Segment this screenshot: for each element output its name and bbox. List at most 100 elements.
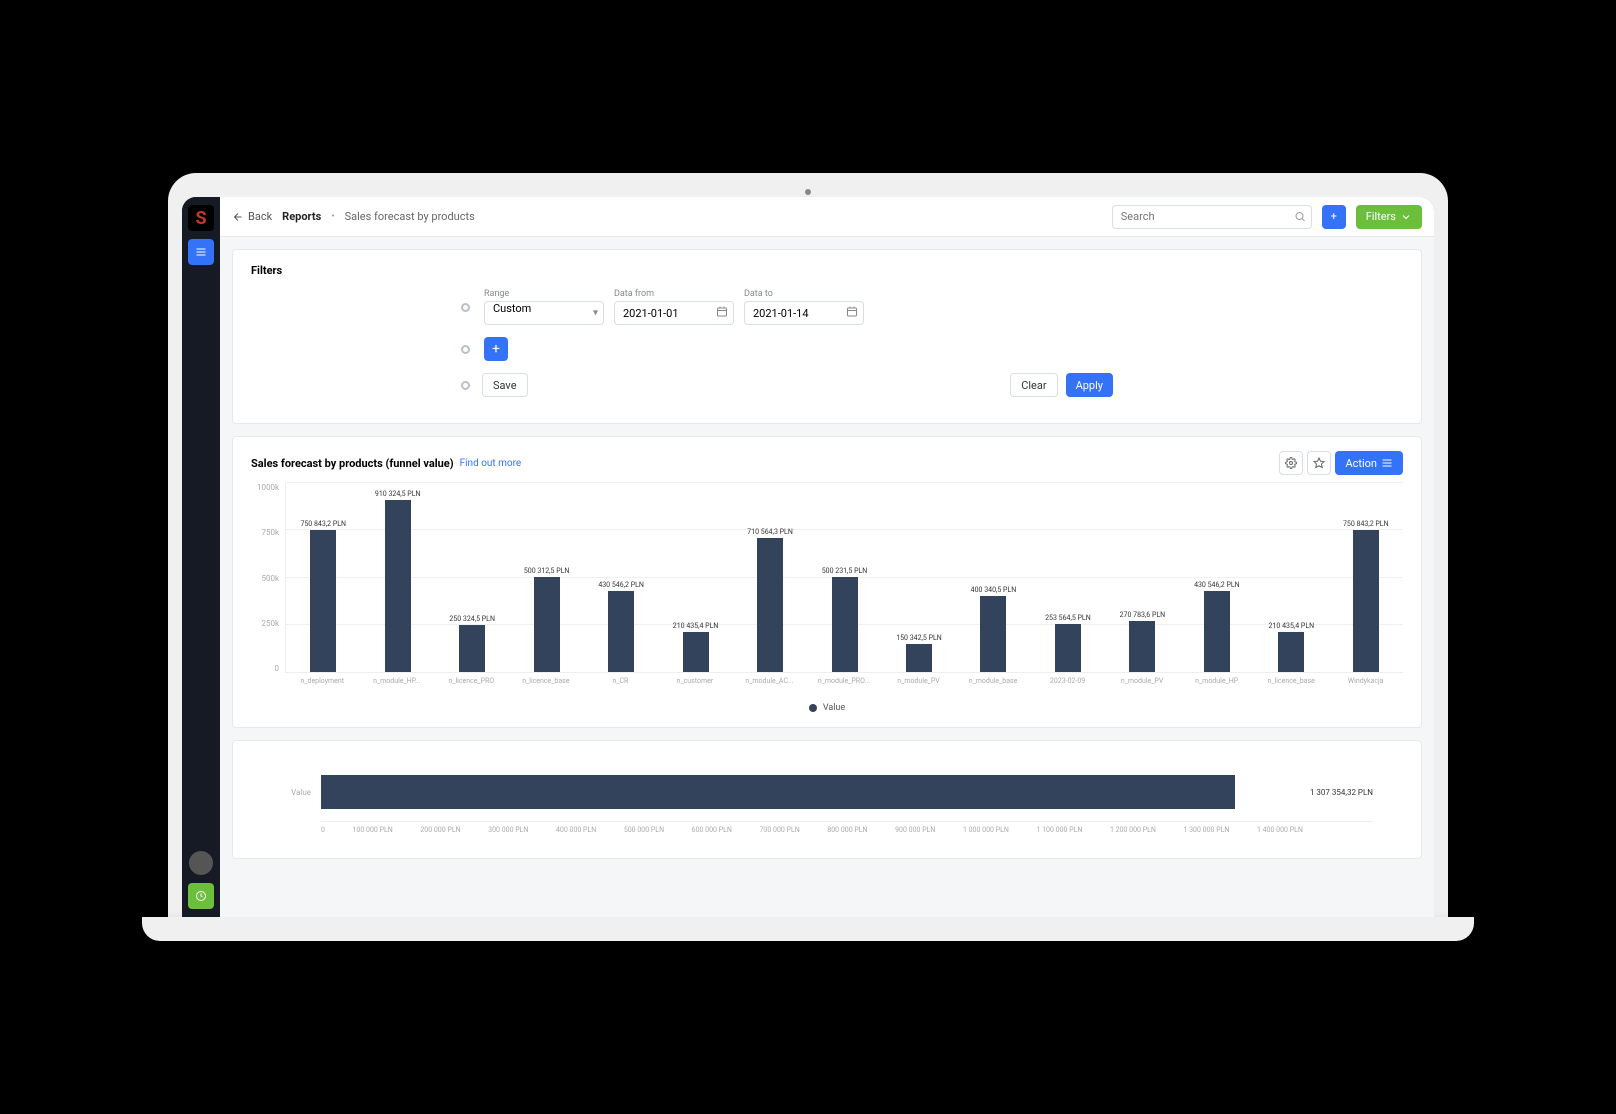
- bar-value-label: 400 340,5 PLN: [971, 586, 1017, 594]
- sidebar: S: [182, 197, 220, 917]
- bar-value-label: 210 435,4 PLN: [1269, 622, 1315, 630]
- sidebar-menu-icon[interactable]: [188, 239, 214, 265]
- bar[interactable]: [310, 530, 336, 672]
- hx-tick: 1 200 000 PLN: [1110, 826, 1156, 834]
- y-tick: 500k: [261, 574, 279, 583]
- y-tick: 750k: [261, 528, 279, 537]
- chart-title: Sales forecast by products (funnel value…: [251, 457, 454, 470]
- bar-chart-panel: Sales forecast by products (funnel value…: [232, 436, 1422, 728]
- save-button[interactable]: Save: [482, 373, 528, 397]
- filters-button[interactable]: Filters: [1356, 205, 1422, 229]
- x-tick: n_licence_PRO: [434, 673, 509, 685]
- bar-column: 210 435,4 PLN: [1254, 483, 1328, 672]
- bar[interactable]: [534, 577, 560, 672]
- bar[interactable]: [1129, 621, 1155, 672]
- bar-column: 750 843,2 PLN: [1329, 483, 1403, 672]
- back-button[interactable]: Back: [232, 210, 272, 223]
- x-tick: n_module_PRO...: [807, 673, 882, 685]
- x-tick: n_module_PV: [1105, 673, 1180, 685]
- x-tick: n_licence_base: [1254, 673, 1329, 685]
- bar-column: 750 843,2 PLN: [286, 483, 360, 672]
- x-tick: n_module_AC...: [732, 673, 807, 685]
- arrow-left-icon: [232, 211, 244, 223]
- breadcrumb-main[interactable]: Reports: [282, 210, 321, 223]
- chart-legend: Value: [251, 703, 1403, 713]
- range-select[interactable]: Custom: [484, 301, 604, 325]
- legend-dot-icon: [809, 704, 817, 712]
- step-dot-icon: [461, 381, 470, 390]
- hx-tick: 1 300 000 PLN: [1183, 826, 1229, 834]
- bar-value-label: 500 312,5 PLN: [524, 567, 570, 575]
- hx-tick: 300 000 PLN: [488, 826, 528, 834]
- sidebar-help-icon[interactable]: [188, 883, 214, 909]
- bar-value-label: 750 843,2 PLN: [1343, 520, 1389, 528]
- y-tick: 1000k: [257, 483, 279, 492]
- bar-value-label: 270 783,6 PLN: [1120, 611, 1166, 619]
- bar-column: 400 340,5 PLN: [956, 483, 1030, 672]
- chart-find-out-more-link[interactable]: Find out more: [460, 458, 522, 469]
- clear-button[interactable]: Clear: [1010, 373, 1057, 397]
- action-button[interactable]: Action: [1335, 451, 1403, 475]
- app-logo[interactable]: S: [188, 205, 214, 231]
- bar-value-label: 500 231,5 PLN: [822, 567, 868, 575]
- bar-column: 430 546,2 PLN: [584, 483, 658, 672]
- date-to-label: Data to: [744, 289, 864, 299]
- bar[interactable]: [832, 577, 858, 672]
- add-button[interactable]: +: [1322, 205, 1346, 229]
- topbar: Back Reports • Sales forecast by product…: [220, 197, 1434, 237]
- y-tick: 250k: [261, 619, 279, 628]
- bar-value-label: 250 324,5 PLN: [449, 615, 495, 623]
- hx-tick: 0: [321, 826, 325, 834]
- apply-button[interactable]: Apply: [1066, 373, 1113, 397]
- bar[interactable]: [1204, 591, 1230, 672]
- back-label: Back: [248, 210, 272, 223]
- x-tick: 2023-02-09: [1030, 673, 1105, 685]
- bar-column: 210 435,4 PLN: [658, 483, 732, 672]
- gear-icon: [1285, 457, 1297, 469]
- bar[interactable]: [683, 632, 709, 672]
- bar-chart: 1000k750k500k250k0 750 843,2 PLN910 324,…: [251, 483, 1403, 673]
- bar[interactable]: [1353, 530, 1379, 672]
- x-tick: n_customer: [658, 673, 733, 685]
- bar-value-label: 750 843,2 PLN: [300, 520, 346, 528]
- filters-panel: Filters Range Custom ▾: [232, 249, 1422, 424]
- bar[interactable]: [980, 596, 1006, 672]
- date-from-label: Data from: [614, 289, 734, 299]
- bar[interactable]: [1055, 624, 1081, 672]
- hbar-fill: [321, 775, 1235, 809]
- bar[interactable]: [459, 625, 485, 672]
- star-icon: [1313, 457, 1325, 469]
- hx-tick: 100 000 PLN: [353, 826, 393, 834]
- x-tick: n_deployment: [285, 673, 360, 685]
- bar-column: 500 312,5 PLN: [509, 483, 583, 672]
- hx-tick: 600 000 PLN: [692, 826, 732, 834]
- bar[interactable]: [906, 644, 932, 672]
- hx-tick: 500 000 PLN: [624, 826, 664, 834]
- x-tick: n_module_base: [956, 673, 1031, 685]
- avatar[interactable]: [189, 851, 213, 875]
- menu-icon: [1381, 457, 1393, 469]
- step-dot-icon: [461, 303, 470, 312]
- bar-value-label: 253 564,5 PLN: [1045, 614, 1091, 622]
- x-tick: Windykacja: [1328, 673, 1403, 685]
- bar[interactable]: [385, 500, 411, 672]
- range-label: Range: [484, 289, 604, 299]
- breadcrumb-sub: Sales forecast by products: [345, 210, 475, 223]
- hx-tick: 400 000 PLN: [556, 826, 596, 834]
- hx-tick: 700 000 PLN: [759, 826, 799, 834]
- add-filter-button[interactable]: +: [484, 337, 508, 361]
- hx-tick: 1 000 000 PLN: [963, 826, 1009, 834]
- x-tick: n_module_HP: [1179, 673, 1254, 685]
- hx-tick: 1 100 000 PLN: [1036, 826, 1082, 834]
- bar-column: 253 564,5 PLN: [1031, 483, 1105, 672]
- favorite-button[interactable]: [1307, 451, 1331, 475]
- hbar-chart-panel: Value 1 307 354,32 PLN 0100 000 PLN200 0…: [232, 740, 1422, 859]
- search-input[interactable]: [1112, 205, 1312, 229]
- date-to-input[interactable]: [744, 301, 864, 325]
- bar[interactable]: [757, 538, 783, 672]
- bar-value-label: 430 546,2 PLN: [1194, 581, 1240, 589]
- bar[interactable]: [608, 591, 634, 672]
- date-from-input[interactable]: [614, 301, 734, 325]
- bar[interactable]: [1278, 632, 1304, 672]
- settings-button[interactable]: [1279, 451, 1303, 475]
